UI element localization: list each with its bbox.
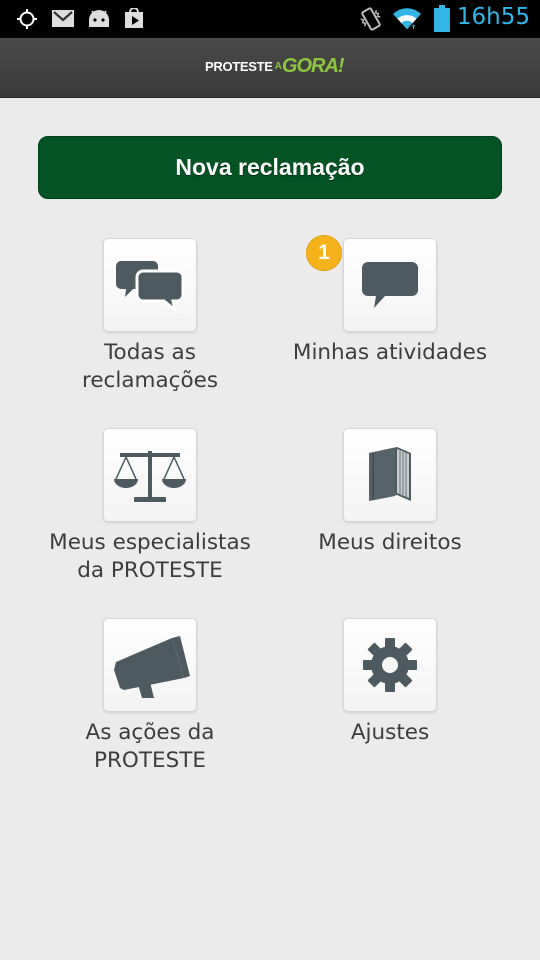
tile-my-activities-label: Minhas atividades: [292, 340, 488, 365]
battery-icon: [434, 5, 450, 32]
logo-text-gora: GORA!: [281, 55, 345, 77]
wifi-icon: [393, 8, 421, 29]
logo-text-main: PROTESTE: [205, 59, 273, 74]
notification-badge: 1: [306, 235, 342, 271]
gear-icon: [363, 638, 417, 692]
tile-settings-box[interactable]: [343, 618, 437, 712]
scales-icon: [114, 451, 186, 502]
gmail-icon: [52, 10, 74, 27]
proteste-agora-logo: PROTESTE AGORA!: [205, 55, 345, 81]
logo-text-a: A: [274, 61, 282, 72]
gps-icon: [17, 9, 37, 29]
tile-all-complaints-box[interactable]: [103, 238, 197, 332]
tile-settings-label: Ajustes: [350, 720, 430, 745]
chat-bubbles-icon: [116, 261, 185, 313]
book-icon: [369, 447, 411, 501]
vibrate-icon: [360, 7, 381, 31]
tile-my-rights-box[interactable]: [343, 428, 437, 522]
clock: 16h55: [456, 4, 530, 30]
status-bar: 16h55: [0, 0, 540, 38]
app-bar: PROTESTE AGORA!: [0, 38, 540, 98]
tile-my-specialists-box[interactable]: [103, 428, 197, 522]
android-icon: [89, 10, 109, 27]
chat-bubble-icon: [362, 262, 418, 308]
tile-my-rights[interactable]: Meus direitos: [240, 428, 510, 618]
tile-settings[interactable]: Ajustes: [240, 618, 510, 808]
tile-my-activities-box[interactable]: [343, 238, 437, 332]
tile-my-rights-label: Meus direitos: [318, 530, 462, 555]
tile-my-activities[interactable]: 1 Minhas atividades: [240, 235, 510, 428]
tile-proteste-actions-box[interactable]: [103, 618, 197, 712]
new-complaint-button[interactable]: Nova reclamação: [38, 136, 502, 199]
megaphone-icon: [114, 636, 190, 698]
play-store-icon: [125, 8, 143, 28]
